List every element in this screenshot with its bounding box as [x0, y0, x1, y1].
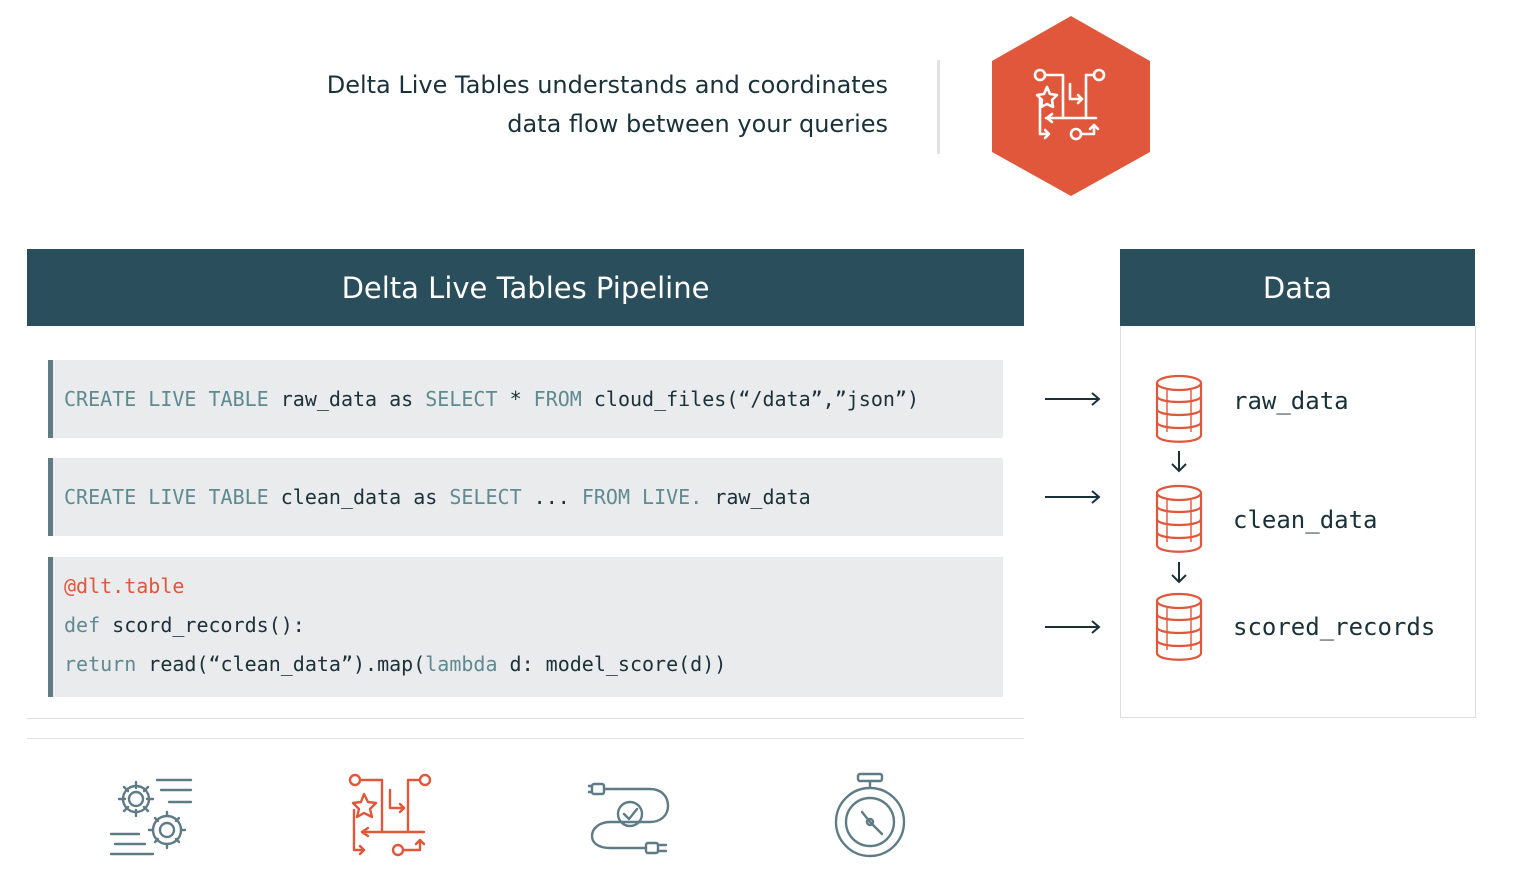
- query-scored-records: @dlt.table def scord_records(): return r…: [48, 557, 1003, 697]
- tagline-line-2: data flow between your queries: [507, 110, 888, 138]
- data-title: Data: [1262, 270, 1333, 305]
- flow-arrow-icon: [1045, 490, 1101, 504]
- flow-arrow-icon: [1045, 620, 1101, 634]
- ellipsis: ...: [533, 484, 570, 509]
- query-clean-data: CREATE LIVE TABLE clean_data as SELECT .…: [48, 458, 1003, 536]
- read-call: read(“clean_data”).map(: [148, 652, 426, 676]
- select-star: *: [509, 386, 522, 411]
- pipeline-title: Delta Live Tables Pipeline: [341, 270, 710, 305]
- keyword-create: CREATE LIVE TABLE: [64, 386, 269, 411]
- decorator: @dlt.table: [64, 574, 185, 598]
- keyword-return: return: [64, 652, 137, 676]
- keyword-from: FROM: [533, 386, 582, 411]
- source-expression: cloud_files(“/data”,”json”): [593, 386, 919, 411]
- lambda-body: d: model_score(d)): [509, 652, 727, 676]
- pipeline-flow-icon: [348, 773, 432, 857]
- down-arrow-icon: [1171, 562, 1187, 584]
- keyword-as: as: [413, 484, 438, 509]
- down-arrow-icon: [1171, 451, 1187, 473]
- tagline-line-1: Delta Live Tables understands and coordi…: [326, 71, 888, 99]
- pipeline-flow-icon: [992, 16, 1150, 196]
- table-name-raw: raw_data: [1233, 387, 1349, 415]
- keyword-from: FROM: [581, 484, 630, 509]
- keyword-create: CREATE LIVE TABLE: [64, 484, 269, 509]
- database-icon: [1155, 592, 1203, 661]
- pipeline-header: Delta Live Tables Pipeline: [27, 249, 1024, 326]
- section-divider: [27, 738, 1024, 739]
- keyword-as: as: [389, 386, 414, 411]
- cable-check-icon: [588, 782, 670, 855]
- tagline: Delta Live Tables understands and coordi…: [250, 66, 888, 144]
- table-identifier: raw_data: [280, 386, 378, 411]
- keyword-live: LIVE.: [642, 484, 703, 509]
- table-name-scored: scored_records: [1233, 613, 1436, 641]
- vertical-divider: [937, 60, 940, 154]
- keyword-def: def: [64, 613, 101, 637]
- keyword-lambda: lambda: [425, 652, 498, 676]
- database-icon: [1155, 484, 1203, 553]
- function-signature: scord_records():: [112, 613, 305, 637]
- data-header: Data: [1120, 249, 1475, 326]
- flow-arrow-icon: [1045, 392, 1101, 406]
- query-raw-data: CREATE LIVE TABLE raw_data as SELECT * F…: [48, 360, 1003, 438]
- source-table: raw_data: [714, 484, 811, 509]
- keyword-select: SELECT: [425, 386, 498, 411]
- gears-automation-icon: [109, 778, 193, 856]
- keyword-select: SELECT: [449, 484, 522, 509]
- table-name-clean: clean_data: [1233, 506, 1378, 534]
- table-identifier: clean_data: [280, 484, 402, 509]
- database-icon: [1155, 374, 1203, 443]
- stopwatch-icon: [834, 772, 906, 858]
